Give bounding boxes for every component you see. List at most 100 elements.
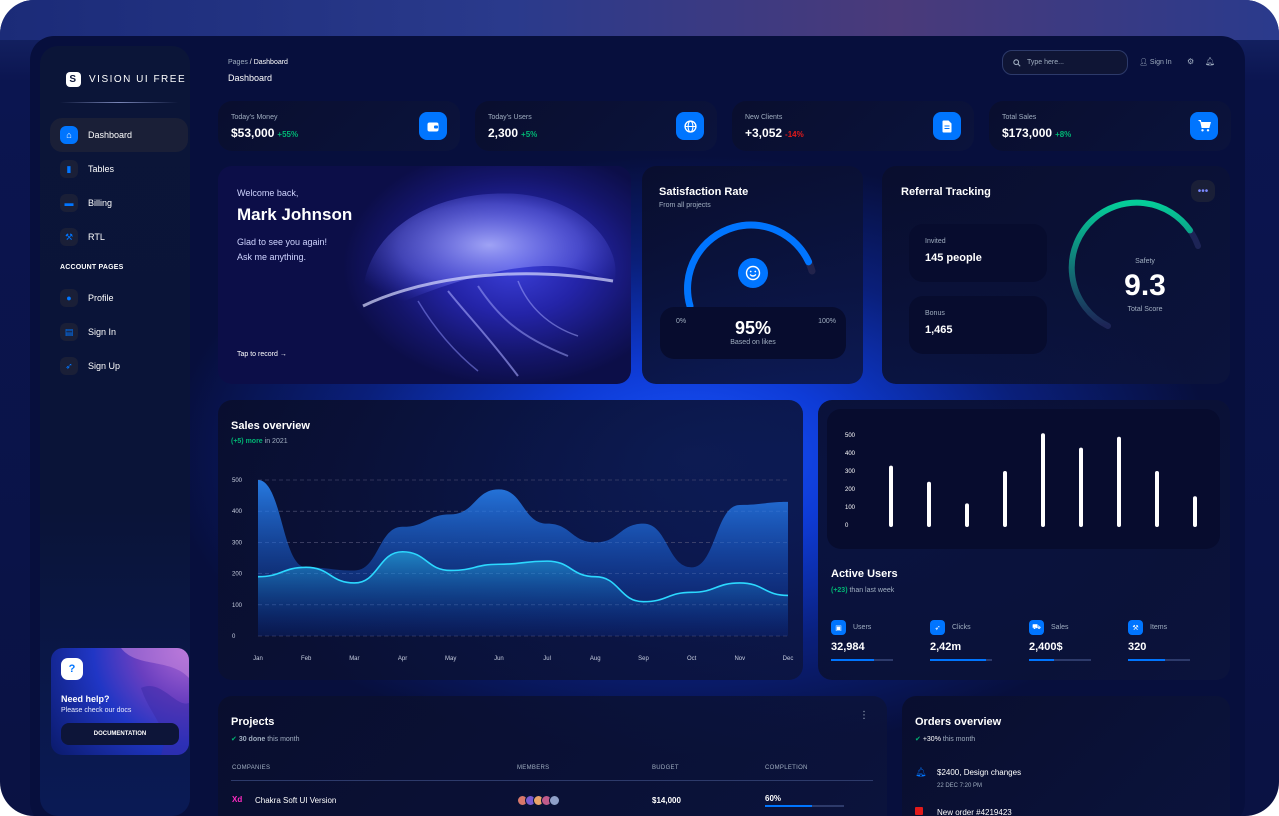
orders-change: +30%	[922, 736, 941, 743]
y-tick-label: 300	[232, 540, 243, 546]
stat-change: +8%	[1055, 130, 1072, 139]
document-icon	[915, 807, 923, 815]
bar	[927, 481, 931, 527]
active-users-rest: than last week	[847, 587, 895, 594]
person-icon: ●	[60, 289, 78, 307]
sidebar-item-rtl[interactable]: ⚒ RTL	[50, 220, 188, 254]
sidebar-item-signup[interactable]: ➶ Sign Up	[50, 349, 188, 383]
x-tick-label: Jul	[543, 656, 551, 662]
check-icon: ✔	[231, 736, 237, 743]
more-vertical-icon[interactable]: ⋮	[859, 710, 869, 721]
gear-icon[interactable]: ⚙︎	[1187, 57, 1194, 66]
active-users-title: Active Users	[831, 568, 898, 580]
completion-progress	[765, 805, 844, 807]
y-tick-label: 300	[845, 469, 856, 475]
metric-label: Clicks	[952, 624, 971, 631]
logo-mark: S	[66, 72, 81, 87]
metric-progress	[1128, 659, 1190, 661]
member-avatars	[517, 795, 560, 806]
sidebar-item-label: Sign Up	[88, 361, 121, 371]
stat-change: +55%	[277, 130, 299, 139]
xd-logo-icon: Xd	[232, 795, 243, 804]
signin-label: Sign In	[1149, 59, 1172, 66]
metric-progress-fill	[1128, 659, 1166, 661]
satisfaction-card: Satisfaction Rate From all projects 0% 1…	[642, 166, 863, 384]
sidebar: S VISION UI FREE ⌂ Dashboard ▮ Tables ▬ …	[40, 46, 190, 816]
metric-label: Items	[1150, 624, 1168, 631]
projects-subtitle: ✔ 30 done this month	[231, 735, 300, 743]
tap-to-record-label: Tap to record	[237, 351, 278, 358]
col-companies: COMPANIES	[232, 765, 271, 771]
bar	[1193, 496, 1197, 527]
x-tick-label: Sep	[638, 656, 649, 662]
card-icon: ▬	[60, 194, 78, 212]
stat-value: $53,000 +55%	[231, 126, 298, 140]
welcome-card: Welcome back, Mark Johnson Glad to see y…	[218, 166, 631, 384]
welcome-line-1: Glad to see you again!	[237, 237, 328, 247]
signin-link[interactable]: 👤︎ Sign In	[1139, 58, 1172, 66]
active-users-card: 0 100 200 300 400 500 Active Users (+23) than…	[818, 400, 1230, 680]
breadcrumb-parent[interactable]: Pages	[228, 59, 248, 66]
bar	[965, 503, 969, 527]
metric-label: Users	[853, 624, 872, 631]
x-tick-label: Oct	[687, 656, 697, 662]
bar	[1117, 436, 1121, 527]
stat-number: +3,052	[745, 126, 783, 140]
sidebar-item-signin[interactable]: ▤ Sign In	[50, 315, 188, 349]
metric-clicks: ➶ Clicks 2,42m	[930, 620, 992, 661]
search-input[interactable]: Type here...	[1002, 50, 1128, 75]
metric-value: 2,400$	[1029, 641, 1063, 653]
sidebar-item-dashboard[interactable]: ⌂ Dashboard	[50, 118, 188, 152]
y-tick-label: 400	[232, 509, 243, 515]
home-icon: ⌂	[60, 126, 78, 144]
document-icon	[933, 112, 961, 140]
sidebar-item-label: Billing	[88, 198, 113, 208]
sidebar-item-label: Profile	[88, 293, 114, 303]
avatar[interactable]	[549, 795, 560, 806]
sidebar-item-tables[interactable]: ▮ Tables	[50, 152, 188, 186]
completion-progress-fill	[765, 805, 813, 807]
active-users-chart-panel: 0 100 200 300 400 500	[827, 409, 1220, 549]
stat-label: Total Sales	[1002, 114, 1037, 121]
metric-items: ⚒ Items 320	[1128, 620, 1190, 661]
sales-overview-card: Sales overview (+5) more in 2021 0 100 200…	[218, 400, 803, 680]
stat-number: $173,000	[1002, 126, 1053, 140]
x-tick-label: Jan	[253, 656, 263, 662]
satisfaction-note: Based on likes	[730, 339, 776, 346]
wrench-icon: ⚒	[1128, 620, 1143, 635]
y-tick-label: 0	[845, 523, 849, 529]
order-title[interactable]: New order #4219423	[937, 808, 1012, 816]
x-tick-label: Nov	[734, 656, 745, 662]
satisfaction-value-box: 0% 100% 95% Based on likes	[660, 307, 846, 359]
bar	[1003, 471, 1007, 527]
user-icon: 👤︎	[1139, 59, 1148, 66]
y-tick-label: 500	[845, 433, 856, 439]
stat-number: $53,000	[231, 126, 275, 140]
search-icon	[1013, 58, 1021, 67]
company-name: Chakra Soft UI Version	[255, 796, 337, 805]
bell-icon[interactable]: 🔔︎	[1205, 57, 1215, 66]
budget-value: $14,000	[652, 796, 681, 805]
brand-logo[interactable]: S VISION UI FREE	[66, 72, 186, 87]
projects-done: 30 done	[238, 736, 266, 743]
bar	[1155, 471, 1159, 527]
question-icon: ?	[61, 658, 83, 680]
sidebar-item-label: Dashboard	[88, 130, 133, 140]
tap-to-record-link[interactable]: Tap to record →	[237, 351, 287, 358]
wallet-icon	[419, 112, 447, 140]
y-tick-label: 100	[845, 505, 856, 511]
x-tick-label: Apr	[398, 656, 407, 662]
sidebar-item-profile[interactable]: ● Profile	[50, 281, 188, 315]
section-label: ACCOUNT PAGES	[60, 264, 124, 271]
divider	[60, 102, 178, 103]
documentation-button[interactable]: DOCUMENTATION	[61, 723, 179, 745]
active-users-highlight: (+23)	[831, 587, 848, 594]
check-icon: ✔	[915, 736, 921, 743]
search-placeholder: Type here...	[1027, 59, 1064, 66]
metric-progress-fill	[930, 659, 986, 661]
total-score-label: Total Score	[1127, 306, 1163, 313]
projects-done-rest: this month	[265, 736, 300, 743]
sidebar-item-billing[interactable]: ▬ Billing	[50, 186, 188, 220]
order-title[interactable]: $2400, Design changes	[937, 768, 1021, 777]
x-tick-label: Mar	[349, 656, 359, 662]
